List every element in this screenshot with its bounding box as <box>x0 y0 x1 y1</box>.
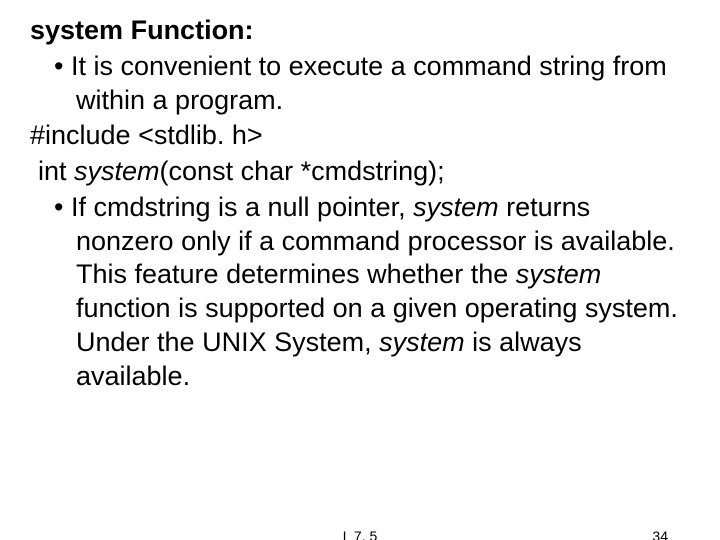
slide-body: system Function: It is convenient to exe… <box>30 14 690 393</box>
b2-sys3: system <box>379 327 465 357</box>
prototype-line: int system(const char *cmdstring); <box>30 155 690 189</box>
bullet-1-text: It is convenient to execute a command st… <box>71 51 667 115</box>
proto-system: system <box>74 156 160 186</box>
proto-pre: int <box>38 156 74 186</box>
heading-rest: Function: <box>123 15 253 45</box>
include-line: #include <stdlib. h> <box>30 119 690 153</box>
bullet-1: It is convenient to execute a command st… <box>30 50 690 118</box>
b2-sys1: system <box>413 192 499 222</box>
slide: system Function: It is convenient to exe… <box>0 0 720 540</box>
heading-system: system <box>30 15 123 45</box>
b2-c: function is supported on a given operati… <box>76 293 678 357</box>
proto-post: (const char *cmdstring); <box>160 156 445 186</box>
b2-a: If cmdstring is a null pointer, <box>71 192 413 222</box>
bullet-2: If cmdstring is a null pointer, system r… <box>30 191 690 394</box>
footer-page-number: 34 <box>652 528 668 540</box>
heading: system Function: <box>30 14 690 48</box>
b2-sys2: system <box>516 259 602 289</box>
footer-center: L 7. 5 <box>0 528 720 540</box>
